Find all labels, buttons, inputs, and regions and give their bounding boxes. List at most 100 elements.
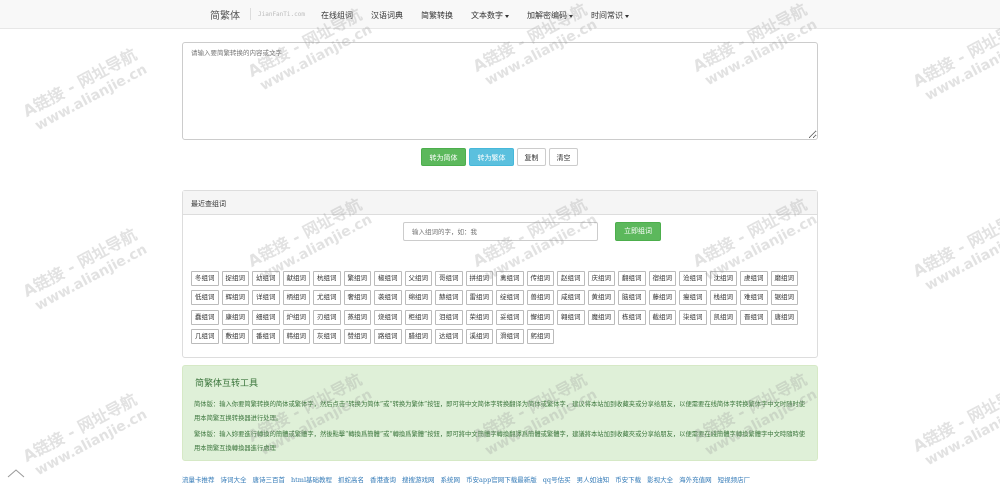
recent-word-tag[interactable]: 躬组词 [526,329,554,344]
recent-word-tag[interactable]: 幼组词 [252,270,280,286]
footer-link[interactable]: qq号估买 [543,474,571,484]
recent-word-tag[interactable]: 尤组词 [313,290,341,305]
recent-word-tag[interactable]: 拼组词 [465,270,493,286]
nav-item-encrypt[interactable]: 加解密编码 [527,10,573,21]
recent-word-tag[interactable]: 细组词 [252,309,280,325]
recent-word-tag[interactable]: 翻组词 [618,270,646,286]
nav-item-convert[interactable]: 简繁转换 [421,10,453,21]
recent-word-tag[interactable]: 低组词 [191,290,219,305]
recent-word-tag[interactable]: 难组词 [740,290,768,305]
footer-link[interactable]: 流量卡推荐 [182,474,215,484]
recent-word-tag[interactable]: 袭组词 [374,290,402,305]
recent-word-tag[interactable]: 刃组词 [313,309,341,325]
recent-word-tag[interactable]: 杭组词 [313,270,341,286]
footer-link[interactable]: 影视大全 [647,474,673,484]
footer-link[interactable]: 海外充值网 [679,474,712,484]
recent-word-tag[interactable]: 繁组词 [343,270,371,286]
recent-word-tag[interactable]: 妥组词 [496,309,524,325]
recent-word-tag[interactable]: 献组词 [282,270,310,286]
footer-link[interactable]: 搜搜游戏网 [402,474,435,484]
recent-word-tag[interactable]: 宿组词 [648,270,676,286]
recent-word-tag[interactable]: 路组词 [374,329,402,344]
recent-word-tag[interactable]: 传组词 [526,270,554,286]
recent-word-tag[interactable]: 赵组词 [557,270,585,286]
recent-word-tag[interactable]: 雷组词 [465,290,493,305]
footer-link[interactable]: 唐诗三百首 [253,474,286,484]
recent-word-tag[interactable]: 敷组词 [221,329,249,344]
recent-word-tag[interactable]: 辉组词 [221,290,249,305]
recent-word-tag[interactable]: 翱组词 [557,309,585,325]
nav-item-online-words[interactable]: 在线组词 [321,10,353,21]
recent-word-tag[interactable]: 炉组词 [282,309,310,325]
recent-word-tag[interactable]: 虔组词 [740,270,768,286]
recent-word-tag[interactable]: 禽组词 [496,270,524,286]
nav-item-time[interactable]: 时间常识 [591,10,629,21]
recent-word-tag[interactable]: 父组词 [404,270,432,286]
to-traditional-button[interactable]: 转为繁体 [469,148,514,166]
recent-word-tag[interactable]: 庆组词 [587,270,615,286]
recent-word-tag[interactable]: 腊组词 [404,329,432,344]
recent-word-tag[interactable]: 荣组词 [465,309,493,325]
recent-word-tag[interactable]: 晋组词 [740,309,768,325]
to-simplified-button[interactable]: 转为简体 [421,148,466,166]
footer-link[interactable]: 短视频店厂 [718,474,751,484]
recent-word-tag[interactable]: 详组词 [252,290,280,305]
recent-word-tag[interactable]: 沧组词 [679,270,707,286]
recent-word-tag[interactable]: 蠢组词 [191,309,219,325]
recent-word-tag[interactable]: 锯组词 [770,290,798,305]
recent-word-tag[interactable]: 泪组词 [435,309,463,325]
recent-word-tag[interactable]: 溪组词 [465,329,493,344]
recent-word-tag[interactable]: 懈组词 [526,309,554,325]
recent-word-tag[interactable]: 冬组词 [191,270,219,286]
recent-word-tag[interactable]: 柜组词 [404,309,432,325]
footer-link[interactable]: 香港查询 [370,474,396,484]
footer-link[interactable]: 男人如油知 [577,474,610,484]
recent-word-tag[interactable]: 柄组词 [282,290,310,305]
recent-word-tag[interactable]: 栋组词 [618,309,646,325]
recent-word-tag[interactable]: 瘦组词 [679,290,707,305]
recent-word-tag[interactable]: 番组词 [252,329,280,344]
recent-word-tag[interactable]: 赞组词 [343,329,371,344]
footer-link[interactable]: 币安下载 [615,474,641,484]
footer-link[interactable]: 币安app官网下载最新版 [466,474,537,484]
nav-item-text-numbers[interactable]: 文本数字 [471,10,509,21]
recent-word-tag[interactable]: 藤组词 [648,290,676,305]
recent-word-tag[interactable]: 几组词 [191,329,219,344]
recent-word-tag[interactable]: 凯组词 [709,309,737,325]
recent-word-tag[interactable]: 捉组词 [221,270,249,286]
recent-word-tag[interactable]: 椒组词 [374,270,402,286]
nav-item-dictionary[interactable]: 汉语词典 [371,10,403,21]
convert-text-input[interactable] [182,42,818,140]
clear-button[interactable]: 清空 [549,148,578,166]
recent-word-tag[interactable]: 绽组词 [496,290,524,305]
word-search-input[interactable] [403,222,598,241]
recent-word-tag[interactable]: 奢组词 [343,290,371,305]
recent-word-tag[interactable]: 康组词 [221,309,249,325]
recent-word-tag[interactable]: 唐组词 [770,309,798,325]
recent-word-tag[interactable]: 兽组词 [526,290,554,305]
copy-button[interactable]: 复制 [517,148,546,166]
recent-word-tag[interactable]: 栈组词 [709,290,737,305]
recent-word-tag[interactable]: 磨组词 [770,270,798,286]
footer-link[interactable]: html基础教程 [291,474,332,484]
footer-link[interactable]: 系统网 [441,474,461,484]
recent-word-tag[interactable]: 灰组词 [313,329,341,344]
recent-word-tag[interactable]: 烧组词 [374,309,402,325]
recent-word-tag[interactable]: 达组词 [435,329,463,344]
scroll-up-icon[interactable] [6,468,26,478]
recent-word-tag[interactable]: 哥组词 [435,270,463,286]
recent-word-tag[interactable]: 脑组词 [618,290,646,305]
recent-word-tag[interactable]: 滑组词 [496,329,524,344]
recent-word-tag[interactable]: 黄组词 [587,290,615,305]
recent-word-tag[interactable]: 蒸组词 [343,309,371,325]
recent-word-tag[interactable]: 绵组词 [404,290,432,305]
recent-word-tag[interactable]: 沈组词 [709,270,737,286]
recent-word-tag[interactable]: 柒组词 [679,309,707,325]
recent-word-tag[interactable]: 韩组词 [282,329,310,344]
footer-link[interactable]: 诗词大全 [221,474,247,484]
recent-word-tag[interactable]: 魔组词 [587,309,615,325]
recent-word-tag[interactable]: 赫组词 [435,290,463,305]
footer-link[interactable]: 抓蛇高名 [338,474,364,484]
word-search-button[interactable]: 立即组词 [615,222,661,241]
recent-word-tag[interactable]: 咸组词 [557,290,585,305]
